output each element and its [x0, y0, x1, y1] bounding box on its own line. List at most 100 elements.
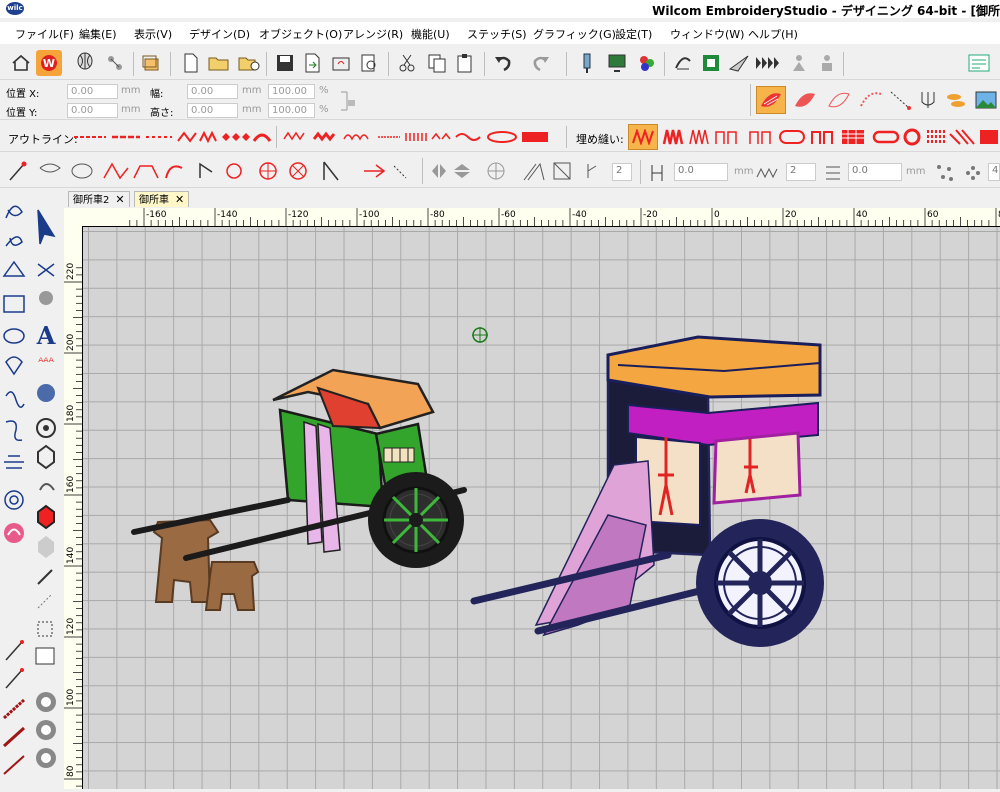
ruler-label: 20 [785, 210, 797, 220]
satin-leaf-icon[interactable] [756, 86, 786, 114]
length-icon[interactable] [644, 160, 670, 186]
separator [422, 158, 423, 184]
menu-graphics[interactable]: グラフィック(G) [533, 26, 616, 42]
menu-arrange[interactable]: アレンジ(R) [343, 26, 403, 42]
export-icon[interactable] [300, 50, 326, 76]
proportional-lock-icon[interactable] [334, 88, 360, 114]
outline-label: アウトライン: [8, 133, 78, 146]
fill-stitch-icons[interactable] [662, 128, 1000, 146]
zigzag-icon[interactable] [754, 160, 780, 186]
grid-dots-icon[interactable] [960, 160, 986, 186]
wilcom-w-icon[interactable]: W [36, 50, 62, 76]
menu-design[interactable]: デザイン(D) [189, 26, 250, 42]
overview-window-icon[interactable] [966, 50, 992, 76]
ruler-label: 220 [66, 263, 76, 280]
mirror-align-icons[interactable] [428, 160, 608, 182]
ruler-label: 140 [66, 547, 76, 564]
network-icon[interactable] [102, 50, 128, 76]
length-field[interactable]: 0.0 [674, 163, 728, 181]
menu-stitch[interactable]: ステッチ(S) [467, 26, 527, 42]
green-frame-icon[interactable] [698, 50, 724, 76]
window-title: Wilcom EmbroideryStudio - デザイニング 64-bit … [652, 4, 1000, 18]
person-lock-icon[interactable] [814, 50, 840, 76]
tab-gosho-guruma[interactable]: 御所車 ✕ [134, 191, 190, 207]
spacing-field[interactable]: 0.0 [848, 163, 902, 181]
redo-icon[interactable] [528, 50, 554, 76]
menu-functions[interactable]: 機能(U) [411, 26, 450, 42]
ruler-label: -60 [501, 210, 516, 220]
ruler-label: -160 [146, 210, 167, 220]
embroidery-cart-left[interactable] [128, 362, 473, 617]
separator [566, 126, 567, 148]
outline-stitch-icons[interactable] [72, 129, 272, 145]
balloon-icon[interactable] [72, 50, 98, 76]
save-icon[interactable] [272, 50, 298, 76]
design-canvas[interactable] [83, 227, 1000, 789]
satin-stitch-icons[interactable] [282, 129, 562, 145]
embroidery-cart-right[interactable] [468, 325, 828, 655]
pos-x-field[interactable]: 0.00 [67, 84, 118, 99]
menu-file[interactable]: ファイル(F) [15, 26, 74, 42]
close-icon[interactable]: ✕ [115, 193, 124, 206]
needle-icon[interactable] [726, 50, 752, 76]
fast-forward-icon[interactable] [754, 50, 780, 76]
width-field[interactable]: 0.00 [187, 84, 238, 99]
cut-icon[interactable] [394, 50, 420, 76]
tab-label: 御所車2 [73, 195, 110, 206]
scatter-icon[interactable] [932, 160, 958, 186]
count-field-1[interactable]: 2 [612, 163, 632, 181]
paste-icon[interactable] [452, 50, 478, 76]
fish-icon[interactable] [942, 86, 970, 114]
person-arrow-icon[interactable] [786, 50, 812, 76]
menu-object[interactable]: オブジェクト(O) [259, 26, 342, 42]
tatami-leaf-icon[interactable] [790, 86, 820, 114]
line-plot-icon[interactable] [886, 86, 916, 114]
hoop-icon[interactable] [670, 50, 696, 76]
motif-leaf-icon[interactable] [856, 86, 886, 114]
wilcom-logo-icon[interactable]: wilc [6, 2, 24, 15]
menu-help[interactable]: ヘルプ(H) [748, 26, 798, 42]
close-icon[interactable]: ✕ [175, 193, 184, 206]
ruler-label: 80 [66, 765, 76, 777]
ruler-label: 200 [66, 334, 76, 351]
ruler-label: 100 [66, 689, 76, 706]
undo-icon[interactable] [490, 50, 516, 76]
height-field[interactable]: 0.00 [187, 103, 238, 118]
color-palette-icon[interactable] [634, 50, 660, 76]
spacing-unit: mm [906, 166, 926, 177]
satin-fill-icon[interactable] [628, 124, 658, 150]
monitor-icon[interactable] [604, 50, 630, 76]
height-label: 高さ: [150, 108, 174, 119]
pos-y-field[interactable]: 0.00 [67, 103, 118, 118]
home-icon[interactable] [8, 50, 34, 76]
stitch-type-bar: アウトライン: 埋め縫い: [0, 122, 1000, 152]
outline-leaf-icon[interactable] [824, 86, 854, 114]
toolbox-icons[interactable]: A ᴬᴬᴬ [0, 190, 64, 789]
open-recent-icon[interactable] [236, 50, 262, 76]
menu-settings[interactable]: 設定(T) [615, 26, 652, 42]
print-preview-icon[interactable] [356, 50, 382, 76]
open-folder-icon[interactable] [206, 50, 232, 76]
length-unit: mm [734, 166, 754, 177]
separator [276, 126, 277, 148]
new-file-icon[interactable] [178, 50, 204, 76]
copy-icon[interactable] [424, 50, 450, 76]
tab-gosho-guruma-2[interactable]: 御所車2 ✕ [68, 191, 130, 207]
fork-icon[interactable] [914, 86, 942, 114]
stack-icon[interactable] [138, 50, 164, 76]
stitch-player-icon[interactable] [574, 50, 600, 76]
scale-height-field[interactable]: 100.00 [268, 103, 315, 118]
send-machine-icon[interactable] [328, 50, 354, 76]
scale-width-field[interactable]: 100.00 [268, 84, 315, 99]
ruler-label: -140 [217, 210, 238, 220]
ruler-label: 160 [66, 476, 76, 493]
count-field-3[interactable]: 4 [988, 163, 1000, 181]
menu-edit[interactable]: 編集(E) [79, 26, 117, 42]
menu-view[interactable]: 表示(V) [134, 26, 172, 42]
reshape-tool-icons[interactable] [6, 158, 411, 184]
spacing-icon[interactable] [820, 160, 846, 186]
count-field-2[interactable]: 2 [786, 163, 816, 181]
menu-window[interactable]: ウィンドウ(W) [670, 26, 744, 42]
separator [266, 52, 267, 76]
landscape-image-icon[interactable] [972, 86, 1000, 114]
